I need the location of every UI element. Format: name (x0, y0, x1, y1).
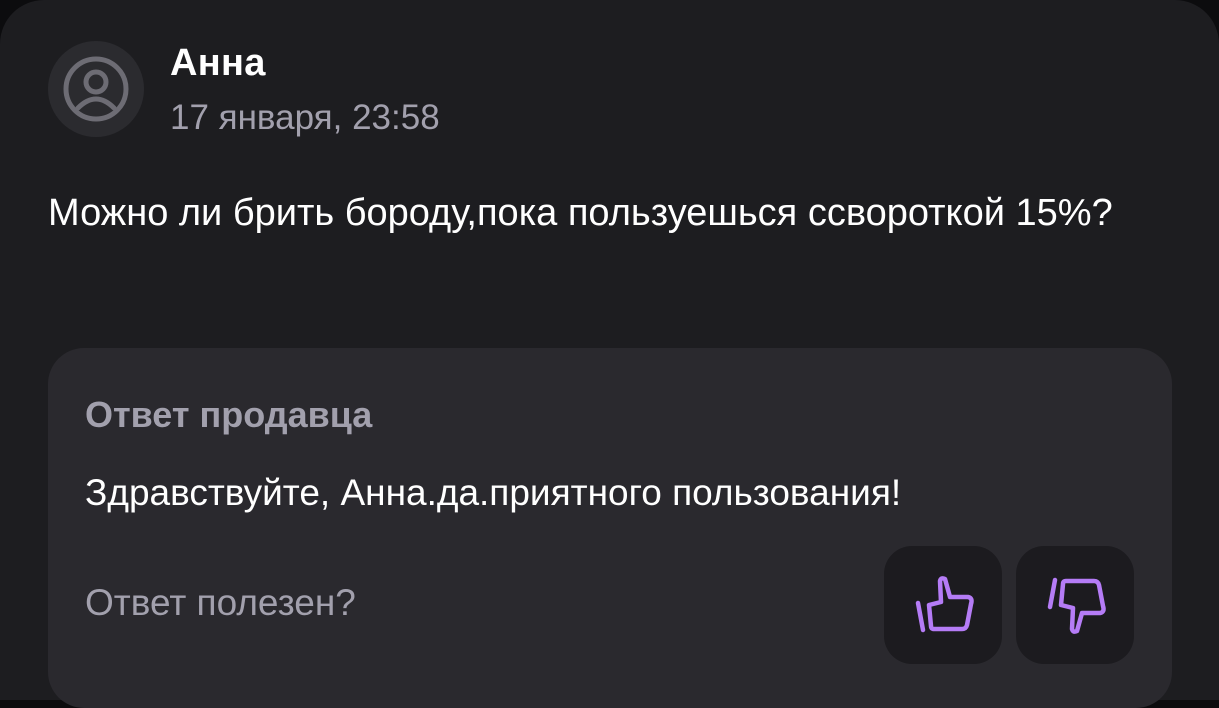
review-card: Анна 17 января, 23:58 Можно ли брить бор… (0, 0, 1219, 708)
thumbs-down-icon (1047, 577, 1106, 634)
answer-text: Здравствуйте, Анна.да.приятного пользова… (85, 472, 902, 513)
author-name: Анна (170, 42, 266, 84)
helpful-question: Ответ полезен? (85, 582, 356, 623)
thumbs-up-icon (915, 576, 974, 633)
answer-title: Ответ продавца (85, 394, 373, 435)
dislike-button[interactable] (1016, 546, 1134, 664)
review-date: 17 января, 23:58 (170, 98, 440, 137)
review-text: Можно ли брить бороду,пока пользуешься с… (48, 192, 1113, 234)
like-button[interactable] (884, 546, 1002, 664)
avatar (48, 41, 144, 137)
user-icon (63, 56, 129, 122)
seller-answer: Ответ продавца Здравствуйте, Анна.да.при… (48, 348, 1172, 708)
